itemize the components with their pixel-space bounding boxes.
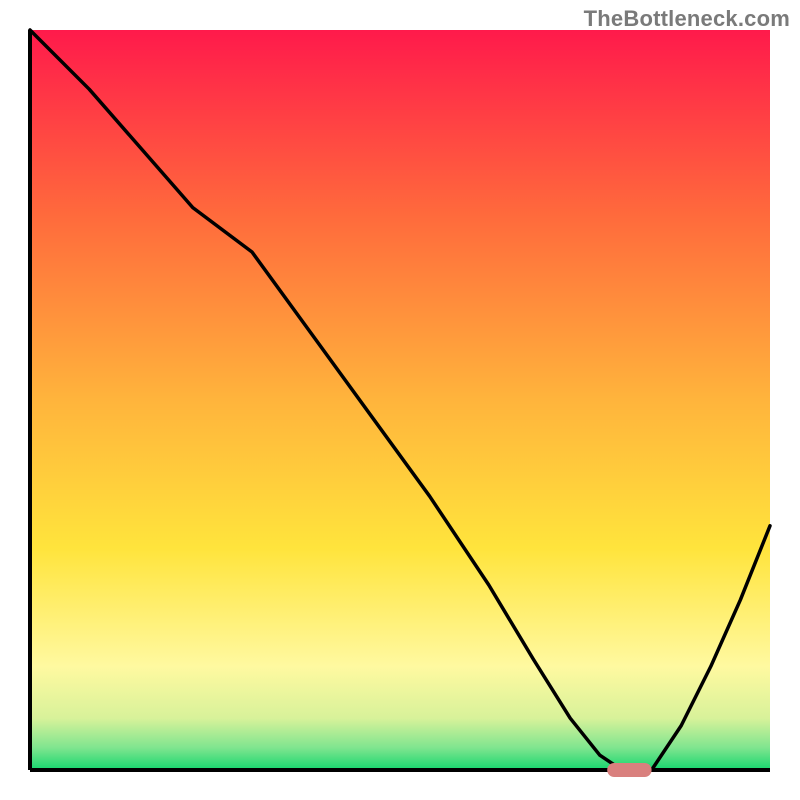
plot-gradient-area bbox=[30, 30, 770, 770]
chart-container: TheBottleneck.com bbox=[0, 0, 800, 800]
optimal-marker bbox=[607, 763, 651, 777]
bottleneck-chart bbox=[0, 0, 800, 800]
watermark-text: TheBottleneck.com bbox=[584, 6, 790, 32]
